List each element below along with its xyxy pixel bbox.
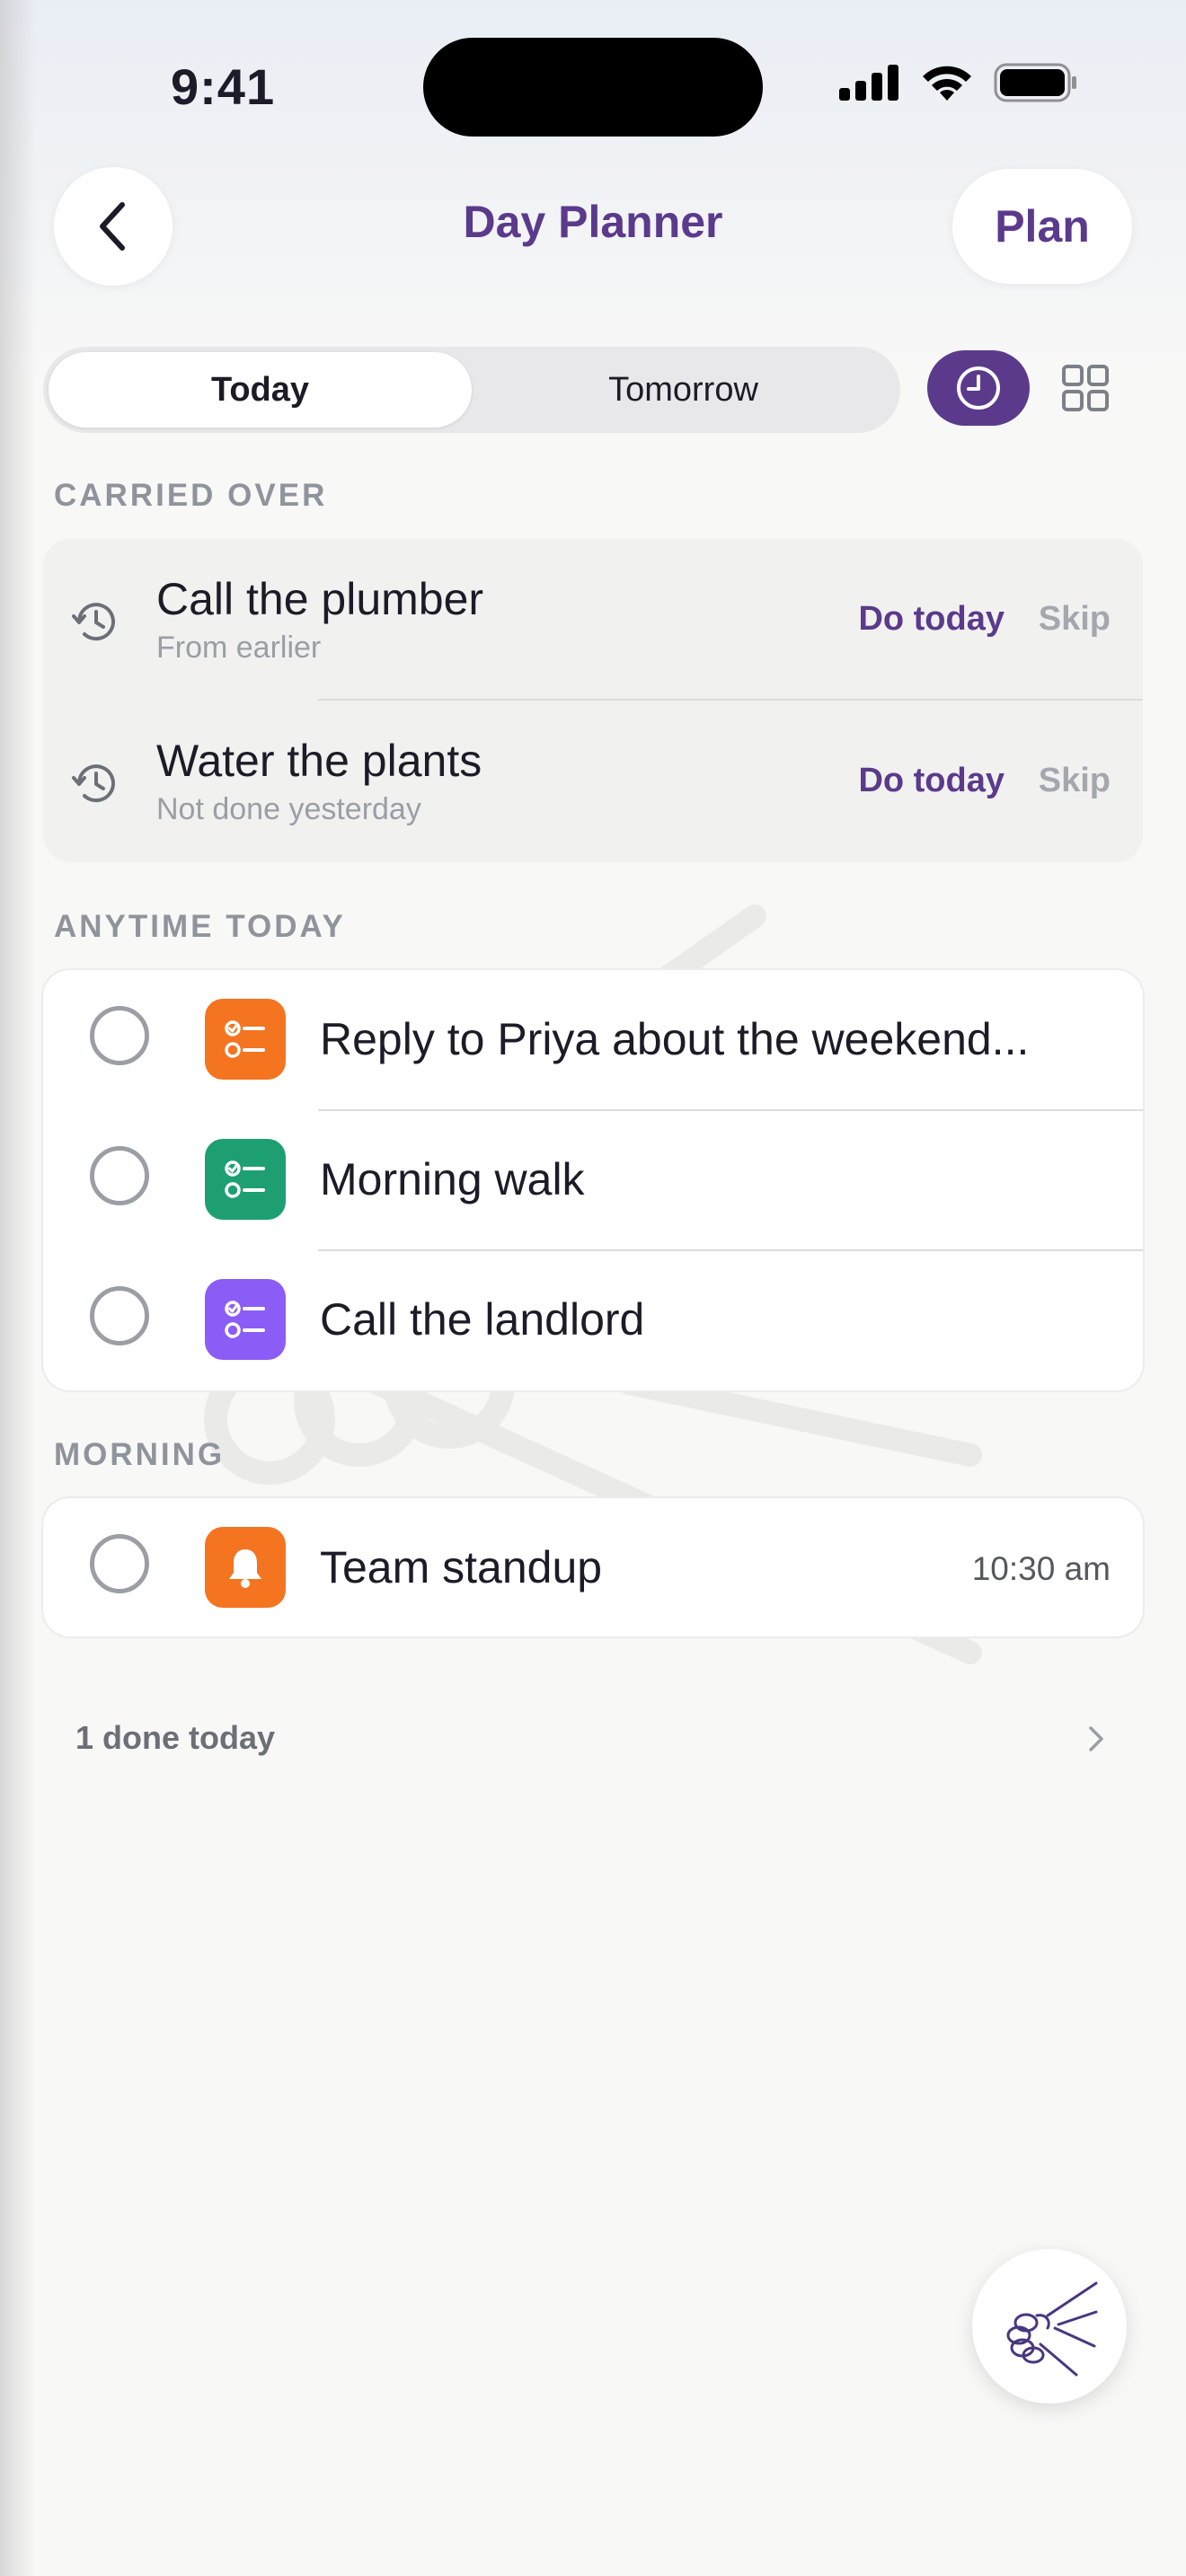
- task-title: Call the landlord: [320, 1294, 645, 1345]
- task-row[interactable]: Call the landlord: [43, 1250, 1143, 1390]
- checklist-icon: [225, 1301, 265, 1338]
- task-row[interactable]: Reply to Priya about the weekend...: [43, 970, 1143, 1110]
- battery-icon: [994, 63, 1076, 102]
- complete-checkbox[interactable]: [90, 1534, 149, 1593]
- carried-over-card: Call the plumber From earlier Do today S…: [43, 539, 1143, 862]
- carried-item-title: Water the plants: [156, 736, 482, 786]
- list-item: Call the plumber From earlier Do today S…: [43, 539, 1143, 701]
- timeline-view-button[interactable]: [927, 350, 1030, 426]
- section-morning: MORNING: [54, 1437, 226, 1472]
- clock-icon: [957, 366, 1000, 410]
- list-item: Water the plants Not done yesterday Do t…: [43, 701, 1143, 862]
- do-today-button[interactable]: Do today: [858, 600, 1005, 639]
- dynamic-island: [423, 38, 763, 137]
- section-carried-over: CARRIED OVER: [54, 478, 328, 513]
- task-type-badge: [205, 1527, 286, 1608]
- task-row[interactable]: Morning walk: [43, 1110, 1143, 1250]
- plan-button[interactable]: Plan: [952, 169, 1132, 284]
- task-title: Team standup: [320, 1542, 603, 1592]
- checklist-icon: [225, 1020, 265, 1058]
- edge-shadow: [0, 0, 36, 2576]
- task-type-badge: [205, 1139, 286, 1220]
- carried-item-subtitle: Not done yesterday: [156, 792, 421, 826]
- task-title: Morning walk: [320, 1154, 585, 1204]
- complete-checkbox[interactable]: [90, 1006, 149, 1065]
- anytime-today-card: Reply to Priya about the weekend... Morn…: [43, 970, 1143, 1390]
- task-title: Reply to Priya about the weekend...: [320, 1014, 1030, 1064]
- carried-item-title: Call the plumber: [156, 574, 484, 624]
- chevron-right-icon[interactable]: [1078, 1721, 1114, 1757]
- wifi-icon: [923, 66, 971, 101]
- history-icon: [72, 603, 115, 641]
- task-time: 10:30 am: [971, 1550, 1111, 1587]
- bell-icon: [229, 1549, 261, 1588]
- day-segmented-control: Today Tomorrow: [43, 347, 900, 433]
- handshake-icon: [1006, 2281, 1098, 2377]
- task-type-badge: [205, 999, 286, 1080]
- status-icons: [839, 63, 1078, 102]
- complete-checkbox[interactable]: [90, 1286, 149, 1345]
- checklist-icon: [225, 1160, 265, 1198]
- tab-tomorrow[interactable]: Tomorrow: [472, 352, 895, 428]
- assistant-fab[interactable]: [972, 2249, 1127, 2404]
- tab-today[interactable]: Today: [49, 352, 472, 428]
- status-time: 9:41: [171, 58, 276, 115]
- grid-icon[interactable]: [1060, 363, 1111, 413]
- morning-card: Team standup 10:30 am: [43, 1498, 1143, 1636]
- complete-checkbox[interactable]: [90, 1146, 149, 1205]
- section-anytime-today: ANYTIME TODAY: [54, 909, 346, 944]
- history-icon: [72, 764, 115, 803]
- skip-button[interactable]: Skip: [1039, 762, 1111, 800]
- cellular-signal-icon: [839, 65, 898, 101]
- task-row[interactable]: Team standup 10:30 am: [43, 1498, 1143, 1636]
- skip-button[interactable]: Skip: [1039, 600, 1111, 639]
- done-today-summary[interactable]: 1 done today: [75, 1719, 275, 1757]
- do-today-button[interactable]: Do today: [858, 762, 1005, 800]
- task-type-badge: [205, 1279, 286, 1360]
- carried-item-subtitle: From earlier: [156, 631, 322, 665]
